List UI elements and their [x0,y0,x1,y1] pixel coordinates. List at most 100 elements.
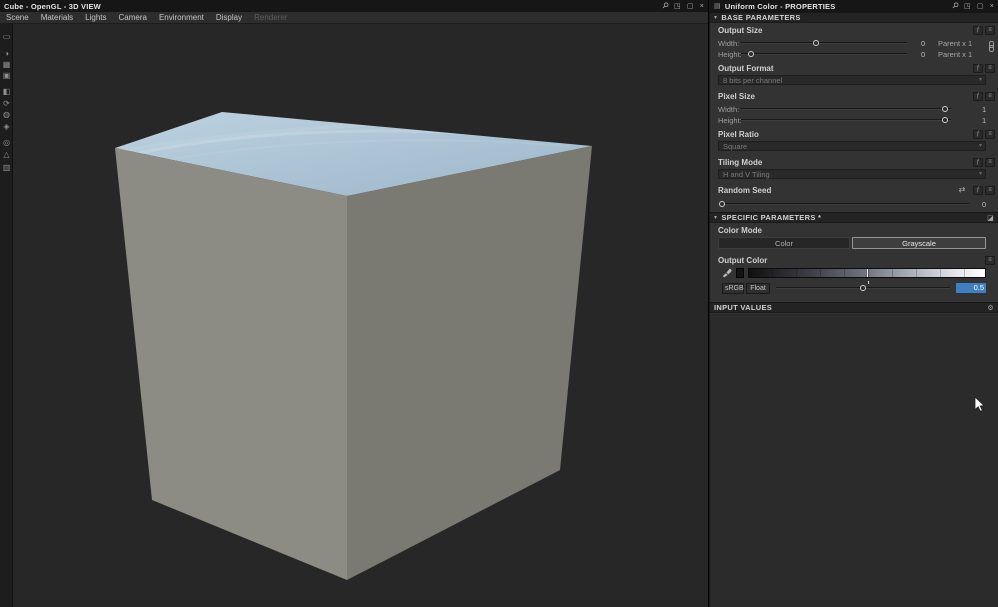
chevron-down-icon: ▾ [714,15,718,21]
menu-materials[interactable]: Materials [35,13,79,22]
random-seed-value[interactable]: 0 [982,200,986,209]
input-values-title: INPUT VALUES [714,303,773,312]
output-size-height-slider[interactable] [741,49,907,59]
left-toolbar: ▭ ◑ ▦ ▣ ◧ ⟳ ◍ ◈ ◎ △ ▥ [0,24,13,607]
output-size-width-slider[interactable] [741,38,907,48]
pixel-ratio-dropdown[interactable]: Square ▾ [718,141,986,151]
pixel-size-height-slider[interactable] [741,115,951,125]
output-size-width-value[interactable]: 0 [921,39,925,48]
menu-lights[interactable]: Lights [79,13,112,22]
fx-button[interactable]: ƒ [973,64,983,73]
cube-right-face [347,146,592,580]
tiling-mode-dropdown[interactable]: H and V Tiling ▾ [718,169,986,179]
select-tool-icon[interactable]: ▭ [0,32,13,41]
slider-track [741,53,907,55]
close-icon[interactable]: × [700,3,704,10]
menu-scene[interactable]: Scene [0,13,35,22]
color-mode-label-row: Color Mode [710,226,998,237]
slider-handle[interactable] [860,285,866,291]
preset-icon[interactable]: ◪ [987,214,994,222]
pin-icon[interactable]: ⚲ [660,0,671,11]
light-tool-icon[interactable]: ◑ [0,49,13,58]
pixel-size-width-slider[interactable] [741,104,951,114]
image-tool-icon[interactable]: ▦ [0,60,13,69]
properties-panel: ▤ Uniform Color - PROPERTIES ⚲ ◳ ▢ × ▾ B… [710,0,998,607]
output-format-dropdown[interactable]: 8 bits per channel ▾ [718,75,986,85]
output-format-value: 8 bits per channel [723,76,783,85]
options-button[interactable]: ≡ [985,256,995,265]
fx-button[interactable]: ƒ [973,26,983,35]
options-button[interactable]: ≡ [985,130,995,139]
fx-button[interactable]: ƒ [973,92,983,101]
float-icon[interactable]: ◳ [674,3,681,10]
random-seed-slider[interactable] [718,199,969,209]
color-mode-color-button[interactable]: Color [718,237,850,249]
srgb-button[interactable]: sRGB [722,283,744,294]
tiling-mode-value: H and V Tiling [723,170,770,179]
fx-button[interactable]: ƒ [973,130,983,139]
maximize-icon[interactable]: ▢ [687,3,694,10]
3d-viewport[interactable] [13,24,708,607]
output-size-width-mode[interactable]: Parent x 1 [938,39,972,48]
slider-handle[interactable] [718,201,725,207]
random-seed-row: 0 [710,199,998,210]
options-button[interactable]: ≡ [985,158,995,167]
dropdown-arrow-icon: ▾ [978,171,982,177]
fx-button[interactable]: ƒ [973,186,983,195]
pixel-ratio-value: Square [723,142,748,151]
slider-handle[interactable] [941,106,948,112]
environment-tool-icon[interactable]: ◍ [0,110,13,119]
dropdown-arrow-icon: ▾ [978,77,982,83]
options-button[interactable]: ≡ [985,64,995,73]
specific-parameters-header[interactable]: ▾ SPECIFIC PARAMETERS * ◪ [710,212,998,223]
output-color-value-slider[interactable] [776,281,950,293]
rotate-tool-icon[interactable]: ⟳ [0,99,13,108]
maximize-icon[interactable]: ▢ [977,3,984,10]
pixel-size-height-value[interactable]: 1 [982,116,986,125]
shuffle-icon[interactable]: ⇄ [957,186,967,195]
properties-title: Uniform Color - PROPERTIES [724,1,836,11]
pin-icon[interactable]: ⚲ [950,0,961,11]
axis-tool-icon[interactable]: △ [0,150,13,159]
color-swatch[interactable] [736,268,744,278]
output-format-label: Output Format [718,64,774,73]
slider-track [741,108,951,110]
options-button[interactable]: ≡ [985,92,995,101]
link-icon[interactable] [989,41,994,52]
menu-display[interactable]: Display [210,13,248,22]
gear-icon[interactable]: ⚙ [987,304,994,312]
eyedropper-icon[interactable] [722,268,732,279]
options-button[interactable]: ≡ [985,26,995,35]
slider-handle[interactable] [812,40,819,46]
slider-track [741,42,907,44]
view-tool-icon[interactable]: ◎ [0,138,13,147]
grayscale-gradient-strip[interactable] [748,268,986,278]
output-size-label: Output Size [718,26,763,35]
float-icon[interactable]: ◳ [964,3,971,10]
output-color-value-field[interactable]: 0.5 [956,283,986,293]
mesh-tool-icon[interactable]: ◈ [0,122,13,131]
pixel-size-height-row: Height: 1 [710,115,998,126]
stats-tool-icon[interactable]: ▥ [0,163,13,172]
output-size-height-mode[interactable]: Parent x 1 [938,50,972,59]
fx-button[interactable]: ƒ [973,158,983,167]
base-parameters-header[interactable]: ▾ BASE PARAMETERS [710,12,998,23]
menu-camera[interactable]: Camera [113,13,153,22]
color-mode-grayscale-button[interactable]: Grayscale [852,237,986,249]
material-tool-icon[interactable]: ◧ [0,87,13,96]
float-button[interactable]: Float [746,283,770,294]
input-values-header[interactable]: INPUT VALUES ⚙ [710,302,998,313]
shape-tool-icon[interactable]: ▣ [0,71,13,80]
slider-handle[interactable] [941,117,948,123]
cube-left-face [115,148,347,580]
pixel-ratio-label-row: Pixel Ratio ƒ ≡ [710,130,998,141]
gradient-marker [867,269,868,277]
slider-handle[interactable] [747,51,754,57]
close-icon[interactable]: × [990,3,994,10]
pixel-size-width-value[interactable]: 1 [982,105,986,114]
width-label: Width: [718,105,740,114]
menu-environment[interactable]: Environment [153,13,210,22]
options-button[interactable]: ≡ [985,186,995,195]
properties-panel-icon: ▤ [714,3,721,10]
output-size-height-value[interactable]: 0 [921,50,925,59]
